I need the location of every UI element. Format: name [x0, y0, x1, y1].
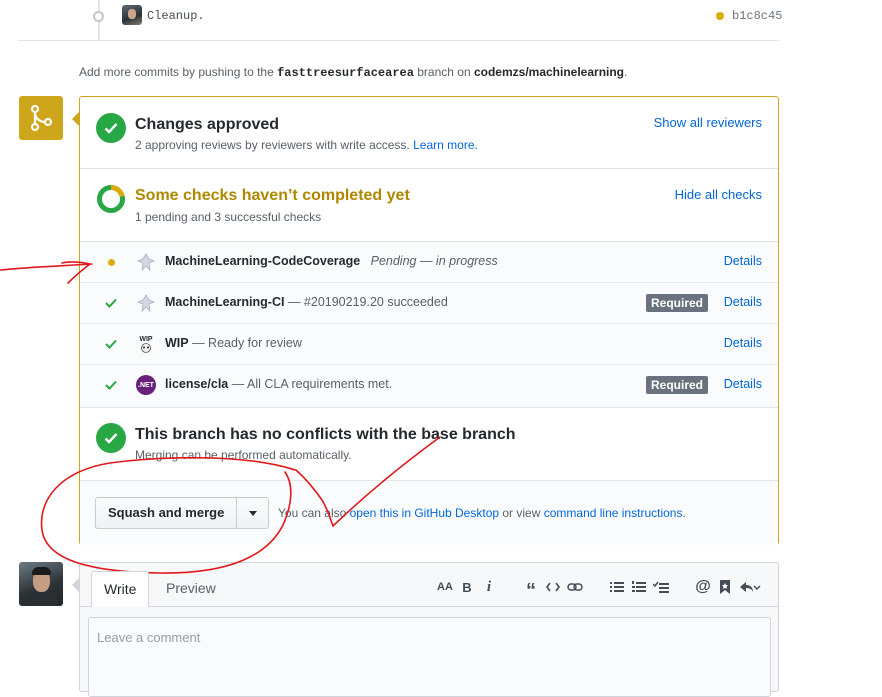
user-avatar[interactable] [19, 562, 63, 606]
merge-status-box: Changes approved 2 approving reviews by … [72, 96, 779, 545]
commit-icon [93, 11, 104, 22]
dotnet-foundation-icon: .NET [136, 375, 156, 395]
conflicts-subtitle: Merging can be performed automatically. [135, 448, 352, 462]
check-name-label: MachineLearning-CI — #20190219.20 succee… [165, 295, 448, 309]
open-in-desktop-link[interactable]: open this in GitHub Desktop [350, 506, 499, 520]
approved-check-icon [96, 113, 126, 143]
commit-message[interactable]: Cleanup. [147, 9, 205, 23]
details-link[interactable]: Details [724, 336, 762, 350]
git-merge-icon [30, 104, 53, 132]
pending-dot-icon [104, 255, 118, 269]
add-commits-note: Add more commits by pushing to the fastt… [79, 65, 627, 80]
divider [18, 40, 779, 41]
bookmark-icon[interactable] [714, 577, 736, 597]
markdown-toolbar: AA B i “ @ [434, 577, 764, 601]
add-commits-suffix: . [624, 65, 628, 79]
checks-subtitle: 1 pending and 3 successful checks [135, 210, 322, 224]
check-name-label: WIP — Ready for review [165, 336, 302, 350]
caret-down-icon [248, 510, 257, 516]
required-badge: Required [645, 294, 708, 312]
ordered-list-icon[interactable] [628, 577, 650, 597]
dotnet-icon-label: .NET [138, 381, 154, 389]
check-row-ci: MachineLearning-CI — #20190219.20 succee… [80, 283, 778, 324]
conflicts-title: This branch has no conflicts with the ba… [135, 426, 516, 443]
check-description: Pending — in progress [370, 254, 498, 268]
comment-textarea[interactable]: Leave a comment [88, 617, 771, 697]
merge-footer: Squash and merge You can also open this … [80, 480, 778, 545]
azure-pipelines-icon [136, 252, 156, 272]
check-row-wip: WIP WIP — Ready for review Details [80, 324, 778, 365]
check-description: — All CLA requirements met. [228, 377, 393, 391]
success-check-icon [104, 296, 118, 310]
check-description: — #20190219.20 succeeded [284, 295, 448, 309]
tab-preview[interactable]: Preview [154, 571, 228, 607]
show-all-reviewers-link[interactable]: Show all reviewers [654, 115, 762, 130]
success-check-icon [104, 337, 118, 351]
commit-author-avatar[interactable] [122, 5, 142, 25]
tab-write[interactable]: Write [91, 571, 150, 607]
details-link[interactable]: Details [724, 377, 762, 391]
check-name-label: MachineLearning-CodeCoverage Pending — i… [165, 254, 498, 268]
checks-progress-icon [96, 184, 126, 214]
checks-list: MachineLearning-CodeCoverage Pending — i… [80, 241, 778, 408]
hide-all-checks-link[interactable]: Hide all checks [675, 187, 762, 202]
check-row-license: .NET license/cla — All CLA requirements … [80, 365, 778, 406]
merge-alt-prefix: You can also [278, 506, 350, 520]
azure-pipelines-icon [136, 293, 156, 313]
check-name: license/cla [165, 377, 229, 391]
comment-form: Write Preview AA B i “ @ Leave a comment [72, 562, 779, 697]
merge-alt-suffix: . [682, 506, 686, 520]
branch-name: fasttreesurfacearea [277, 66, 414, 80]
squash-and-merge-button[interactable]: Squash and merge [96, 498, 236, 528]
checks-title: Some checks haven’t completed yet [135, 187, 410, 204]
check-row-codecoverage: MachineLearning-CodeCoverage Pending — i… [80, 242, 778, 283]
review-subtitle: 2 approving reviews by reviewers with wr… [135, 138, 478, 152]
italic-icon[interactable]: i [478, 577, 500, 597]
review-subtitle-text: 2 approving reviews by reviewers with wr… [135, 138, 410, 152]
details-link[interactable]: Details [724, 254, 762, 268]
merge-icon [19, 96, 63, 140]
commit-row: Cleanup. b1c8c45 [0, 0, 882, 40]
check-description: — Ready for review [188, 336, 302, 350]
header-icon[interactable]: AA [434, 577, 456, 597]
wip-app-icon: WIP [136, 334, 156, 354]
check-name: MachineLearning-CodeCoverage [165, 254, 361, 268]
wip-icon-label: WIP [139, 335, 153, 343]
link-icon[interactable] [564, 577, 586, 597]
review-section: Changes approved 2 approving reviews by … [80, 97, 778, 169]
bold-icon[interactable]: B [456, 577, 478, 597]
no-conflicts-check-icon [96, 423, 126, 453]
repo-name: codemzs/machinelearning [473, 65, 625, 79]
checks-section: Some checks haven’t completed yet 1 pend… [80, 169, 778, 241]
conflicts-section: This branch has no conflicts with the ba… [80, 408, 778, 480]
check-name: MachineLearning-CI [165, 295, 285, 309]
reply-icon[interactable] [736, 577, 764, 597]
learn-more-link[interactable]: Learn more. [413, 138, 478, 152]
commit-sha[interactable]: b1c8c45 [732, 9, 782, 23]
success-check-icon [104, 378, 118, 392]
task-list-icon[interactable] [650, 577, 672, 597]
merge-button-group: Squash and merge [95, 497, 270, 529]
command-line-instructions-link[interactable]: command line instructions [544, 506, 683, 520]
check-name-label: license/cla — All CLA requirements met. [165, 377, 392, 391]
code-icon[interactable] [542, 577, 564, 597]
add-commits-middle: branch on [413, 65, 474, 79]
check-name: WIP [165, 336, 189, 350]
commit-pending-status-icon[interactable] [716, 12, 724, 20]
add-commits-prefix: Add more commits by pushing to the [79, 65, 278, 79]
required-badge: Required [645, 376, 708, 394]
quote-icon[interactable]: “ [520, 577, 542, 601]
merge-method-dropdown[interactable] [236, 498, 268, 528]
mention-icon[interactable]: @ [692, 577, 714, 597]
unordered-list-icon[interactable] [606, 577, 628, 597]
merge-alternatives: You can also open this in GitHub Desktop… [278, 506, 686, 520]
merge-alt-middle: or view [499, 506, 544, 520]
details-link[interactable]: Details [724, 295, 762, 309]
review-title: Changes approved [135, 116, 280, 133]
